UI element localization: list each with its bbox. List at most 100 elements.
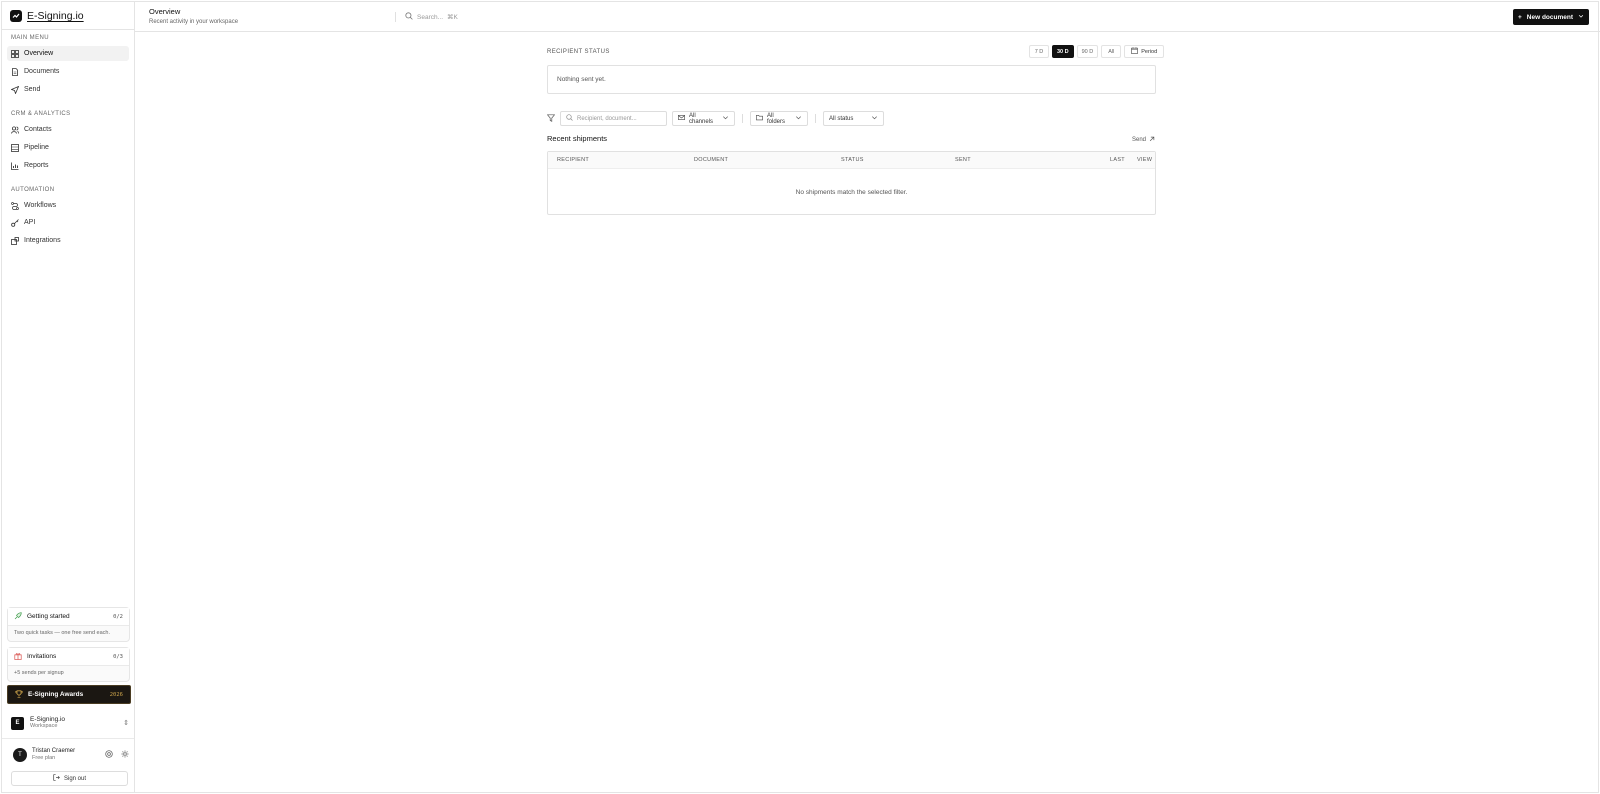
gift-icon (14, 652, 22, 662)
period-90d-button[interactable]: 90 D (1076, 45, 1099, 58)
sidebar-item-label: Reports (24, 162, 49, 169)
sidebar-item-label: Overview (24, 50, 54, 57)
section-title-crm-analytics: CRM & ANALYTICS (11, 111, 71, 117)
invitations-card[interactable]: Invitations 0/3 +5 sends per signup (7, 647, 130, 682)
getting-started-card[interactable]: Getting started 0/2 Two quick tasks — on… (7, 607, 130, 642)
getting-started-count: 0/2 (113, 613, 123, 620)
document-icon (11, 67, 19, 76)
topbar-divider (395, 12, 396, 22)
chevron-down-icon (871, 114, 878, 123)
filter-icon (546, 113, 556, 124)
invitations-sub: +5 sends per signup (14, 670, 64, 676)
calendar-icon (1131, 47, 1139, 56)
search-icon (566, 114, 573, 123)
column-header-last[interactable]: LAST (1110, 157, 1125, 163)
sidebar-divider (2, 29, 134, 30)
sidebar-item-label: Contacts (24, 126, 52, 133)
gear-icon[interactable] (121, 750, 129, 760)
section-title-main-menu: MAIN MENU (11, 35, 49, 41)
sidebar-item-overview[interactable]: Overview (7, 46, 129, 61)
grid-icon (11, 49, 19, 58)
user-name: Tristan Craemer (32, 748, 76, 754)
column-header-recipient[interactable]: RECIPIENT (557, 157, 589, 163)
page-subtitle: Recent activity in your workspace (149, 19, 239, 25)
column-header-view[interactable]: VIEW (1137, 157, 1152, 163)
topbar: Overview Recent activity in your workspa… (135, 2, 1600, 32)
plus-icon: + (1517, 13, 1522, 21)
new-document-button[interactable]: + New document (1513, 9, 1589, 25)
invitations-header: Invitations 0/3 (8, 648, 129, 666)
sidebar-item-pipeline[interactable]: Pipeline (7, 140, 129, 155)
awards-banner[interactable]: E-Signing Awards 2026 (7, 685, 131, 704)
user-text: Tristan Craemer Free plan (32, 748, 75, 762)
avatar: T (13, 748, 27, 762)
search-shortcut: ⌘K (447, 14, 458, 21)
sidebar-item-api[interactable]: API (7, 215, 129, 230)
sign-out-button[interactable]: Sign out (11, 771, 128, 786)
chevron-down-icon (1578, 13, 1584, 21)
recipient-status-title: RECIPIENT STATUS (547, 49, 610, 55)
puzzle-icon (11, 236, 19, 245)
support-icon[interactable] (105, 750, 113, 760)
column-header-document[interactable]: DOCUMENT (694, 157, 728, 163)
sidebar-item-label: Integrations (24, 237, 61, 244)
awards-year: 2026 (109, 691, 123, 698)
sidebar-item-send[interactable]: Send (7, 82, 129, 97)
brand[interactable]: E-Signing.io (10, 8, 84, 24)
sidebar-item-reports[interactable]: Reports (7, 158, 129, 173)
channels-select[interactable]: All channels (672, 111, 735, 126)
workspace-text: E-Signing.io Workspace (30, 716, 65, 730)
status-select[interactable]: All status (823, 111, 884, 126)
filter-separator (815, 114, 816, 123)
sidebar-item-workflows[interactable]: Workflows (7, 198, 129, 213)
filter-separator (742, 114, 743, 123)
user-profile: T Tristan Craemer Free plan (13, 747, 129, 763)
table-empty-state: No shipments match the selected filter. (795, 188, 908, 196)
sidebar-item-integrations[interactable]: Integrations (7, 233, 129, 248)
section-title-automation: AUTOMATION (11, 187, 55, 193)
period-selector: 7 D 30 D 90 D All Period (1029, 45, 1165, 58)
app-window: E-Signing.io MAIN MENU Overview Document… (1, 1, 1600, 793)
period-all-button[interactable]: All (1101, 45, 1122, 58)
workspace-avatar: E (11, 716, 24, 730)
invitations-count: 0/3 (113, 653, 123, 660)
brand-name: E-Signing.io (27, 10, 84, 22)
folder-icon (756, 114, 763, 123)
status-value: All status (829, 115, 854, 122)
period-30d-button[interactable]: 30 D (1052, 45, 1074, 58)
send-link[interactable]: Send (1132, 136, 1155, 144)
period-7d-button[interactable]: 7 D (1029, 45, 1049, 58)
column-header-sent[interactable]: SENT (955, 157, 971, 163)
page-title: Overview (149, 7, 181, 16)
sidebar-item-label: Send (24, 86, 41, 93)
search-icon (405, 12, 413, 22)
custom-period-button[interactable]: Period (1124, 45, 1165, 58)
period-label: Period (1141, 48, 1158, 55)
recipient-status-empty: Nothing sent yet. (547, 65, 1156, 94)
user-plan: Free plan (32, 755, 56, 761)
send-link-label: Send (1132, 137, 1147, 143)
workspace-sub: Workspace (30, 723, 58, 729)
search-placeholder: Search... (417, 13, 444, 21)
shipments-table: RECIPIENT DOCUMENT STATUS SENT LAST VIEW… (547, 151, 1156, 215)
shipment-search-input[interactable]: Recipient, document... (560, 111, 667, 126)
column-header-status[interactable]: STATUS (841, 157, 864, 163)
sidebar-item-label: Pipeline (24, 144, 49, 151)
main-content: RECIPIENT STATUS 7 D 30 D 90 D All Perio… (135, 32, 1600, 792)
sign-out-label: Sign out (63, 775, 87, 782)
sidebar-item-documents[interactable]: Documents (7, 64, 129, 79)
user-divider (2, 738, 134, 739)
getting-started-label: Getting started (27, 613, 70, 620)
getting-started-sub: Two quick tasks — one free send each. (14, 630, 110, 636)
table-header: RECIPIENT DOCUMENT STATUS SENT LAST VIEW (548, 152, 1155, 169)
search-input[interactable]: Search... ⌘K (405, 12, 458, 22)
sidebar-item-contacts[interactable]: Contacts (7, 122, 129, 137)
chevron-down-icon (722, 114, 729, 123)
brand-logo-icon (10, 10, 22, 22)
folders-select[interactable]: All folders (750, 111, 808, 126)
recent-shipments-title: Recent shipments (547, 134, 608, 143)
chevron-up-down-icon: ⇕ (123, 720, 129, 727)
sidebar: E-Signing.io MAIN MENU Overview Document… (2, 2, 135, 792)
workspace-switcher[interactable]: E E-Signing.io Workspace ⇕ (11, 713, 129, 733)
arrow-up-right-icon (1149, 136, 1155, 144)
